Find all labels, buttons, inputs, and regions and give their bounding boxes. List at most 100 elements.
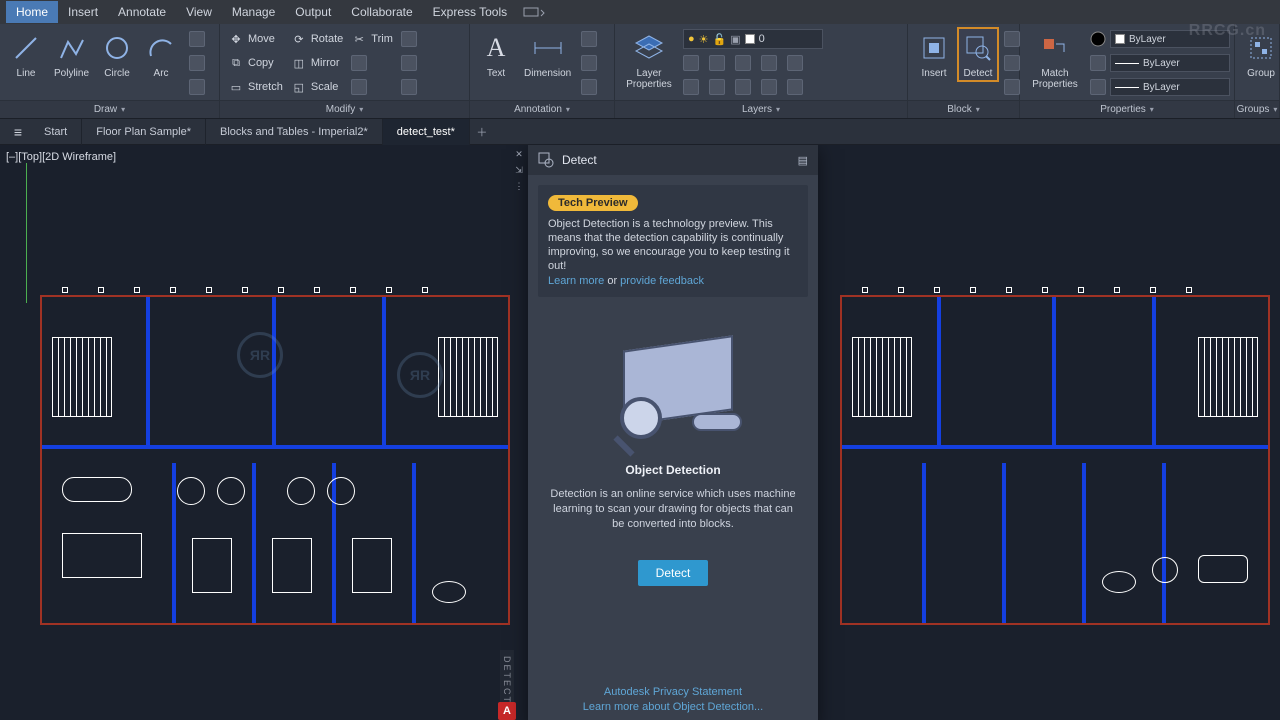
annotation-extra-1[interactable] <box>579 28 599 50</box>
copy-button[interactable]: ⧉Copy <box>226 52 285 74</box>
layer-tool-6[interactable] <box>681 76 701 98</box>
floorplan-right <box>840 295 1270 625</box>
detect-side-label[interactable]: DETECT <box>500 650 514 710</box>
layer-tool-8[interactable] <box>733 76 753 98</box>
dimension-button[interactable]: Dimension <box>520 28 575 81</box>
draw-extra-1[interactable] <box>187 28 207 50</box>
stretch-button[interactable]: ▭Stretch <box>226 76 285 98</box>
move-icon: ✥ <box>228 31 244 47</box>
menu-tab-output[interactable]: Output <box>285 1 341 23</box>
annotation-extra-3[interactable] <box>579 76 599 98</box>
panel-title-annotation[interactable]: Annotation <box>470 100 614 118</box>
linetype-icon <box>1090 79 1106 95</box>
file-tab-blocks[interactable]: Blocks and Tables - Imperial2* <box>206 119 383 145</box>
menu-tab-manage[interactable]: Manage <box>222 1 285 23</box>
privacy-link[interactable]: Autodesk Privacy Statement <box>528 685 818 700</box>
scale-icon: ◱ <box>291 79 307 95</box>
layer-tool-2[interactable] <box>707 52 727 74</box>
detect-run-button[interactable]: Detect <box>638 560 709 586</box>
draw-extra-3[interactable] <box>187 76 207 98</box>
provide-feedback-link[interactable]: provide feedback <box>620 275 704 287</box>
block-extra-2[interactable] <box>1002 52 1022 74</box>
file-tabs: ≡ Start Floor Plan Sample* Blocks and Ta… <box>0 119 1280 145</box>
mirror-button[interactable]: ◫Mirror <box>289 52 345 74</box>
trim-button[interactable]: ✂Trim <box>349 28 395 50</box>
menu-tab-express-tools[interactable]: Express Tools <box>423 1 517 23</box>
layer-tool-1[interactable] <box>681 52 701 74</box>
panel-title-groups[interactable]: Groups <box>1235 100 1279 118</box>
array-button[interactable] <box>349 76 395 98</box>
viewport-controls[interactable]: [–][Top][2D Wireframe] <box>6 151 116 163</box>
polyline-button[interactable]: Polyline <box>50 28 93 81</box>
fillet-button[interactable] <box>349 52 395 74</box>
panel-menu-icon[interactable]: ⋮ <box>512 181 526 193</box>
new-tab-button[interactable]: ＋ <box>470 124 494 140</box>
insert-button[interactable]: Insert <box>914 28 954 81</box>
lineweight-control[interactable]: ByLayer <box>1088 52 1232 74</box>
menu-overflow[interactable] <box>523 5 545 19</box>
tech-preview-badge: Tech Preview <box>548 195 638 211</box>
layer-tool-5[interactable] <box>785 52 805 74</box>
lineweight-icon <box>1090 55 1106 71</box>
panel-draw: Line Polyline Circle Arc Draw <box>0 24 220 118</box>
file-tabs-menu[interactable]: ≡ <box>6 124 30 140</box>
panel-title-properties[interactable]: Properties <box>1020 100 1234 118</box>
panel-title-layers[interactable]: Layers <box>615 100 907 118</box>
scale-button[interactable]: ◱Scale <box>289 76 345 98</box>
detect-head-icon <box>538 152 554 168</box>
text-icon: A <box>480 30 512 66</box>
or-text: or <box>604 275 620 287</box>
file-tab-floorplan[interactable]: Floor Plan Sample* <box>82 119 206 145</box>
layer-tool-7[interactable] <box>707 76 727 98</box>
panel-title-block[interactable]: Block <box>908 100 1019 118</box>
panel-annotation: A Text Dimension Annotation <box>470 24 615 118</box>
arc-button[interactable]: Arc <box>141 28 181 81</box>
layer-tool-4[interactable] <box>759 52 779 74</box>
modify-extra-2[interactable] <box>399 52 419 74</box>
circle-button[interactable]: Circle <box>97 28 137 81</box>
panel-close-icon[interactable]: ✕ <box>512 149 526 161</box>
detect-settings-icon[interactable]: ▤ <box>798 154 808 167</box>
panel-title-modify[interactable]: Modify <box>220 100 469 118</box>
file-tab-detect-test[interactable]: detect_test* <box>383 119 470 145</box>
panel-modify: ✥Move ⧉Copy ▭Stretch ⟳Rotate ◫Mirror ◱Sc… <box>220 24 470 118</box>
layer-dropdown[interactable]: ● ☀ 🔓 ▣ 0 <box>681 28 901 50</box>
block-extra-1[interactable] <box>1002 28 1022 50</box>
detect-panel: ✕ ⇲ ⋮ Detect ▤ Tech Preview Object Detec… <box>528 145 818 720</box>
layer-tool-10[interactable] <box>785 76 805 98</box>
learn-more-link[interactable]: Learn more <box>548 275 604 287</box>
layer-properties-button[interactable]: Layer Properties <box>621 28 677 92</box>
menu-tab-home[interactable]: Home <box>6 1 58 23</box>
panel-title-draw[interactable]: Draw <box>0 100 219 118</box>
menu-tab-insert[interactable]: Insert <box>58 1 108 23</box>
draw-extra-2[interactable] <box>187 52 207 74</box>
ribbon: Line Polyline Circle Arc Draw <box>0 24 1280 119</box>
match-properties-button[interactable]: Match Properties <box>1026 28 1084 92</box>
detect-button[interactable]: Detect <box>958 28 998 81</box>
drawing-viewport[interactable]: [–][Top][2D Wireframe] <box>0 145 1280 720</box>
modify-extra-1[interactable] <box>399 28 419 50</box>
lock-icon: 🔓 <box>713 33 727 46</box>
menu-tab-collaborate[interactable]: Collaborate <box>341 1 422 23</box>
linetype-control[interactable]: ByLayer <box>1088 76 1232 98</box>
move-button[interactable]: ✥Move <box>226 28 285 50</box>
trim-icon: ✂ <box>351 31 367 47</box>
file-tab-start[interactable]: Start <box>30 119 82 145</box>
layer-tool-3[interactable] <box>733 52 753 74</box>
panel-layers: Layer Properties ● ☀ 🔓 ▣ 0 <box>615 24 908 118</box>
rotate-button[interactable]: ⟳Rotate <box>289 28 345 50</box>
panel-pin-icon[interactable]: ⇲ <box>512 165 526 177</box>
sun-icon: ☀ <box>699 33 709 46</box>
modify-extra-3[interactable] <box>399 76 419 98</box>
learn-detection-link[interactable]: Learn more about Object Detection... <box>528 700 818 715</box>
stretch-icon: ▭ <box>228 79 244 95</box>
block-extra-3[interactable] <box>1002 76 1022 98</box>
print-icon: ▣ <box>730 33 740 46</box>
dimension-icon <box>532 30 564 66</box>
layer-tool-9[interactable] <box>759 76 779 98</box>
text-button[interactable]: A Text <box>476 28 516 81</box>
line-button[interactable]: Line <box>6 28 46 81</box>
menu-tab-annotate[interactable]: Annotate <box>108 1 176 23</box>
menu-tab-view[interactable]: View <box>176 1 222 23</box>
annotation-extra-2[interactable] <box>579 52 599 74</box>
